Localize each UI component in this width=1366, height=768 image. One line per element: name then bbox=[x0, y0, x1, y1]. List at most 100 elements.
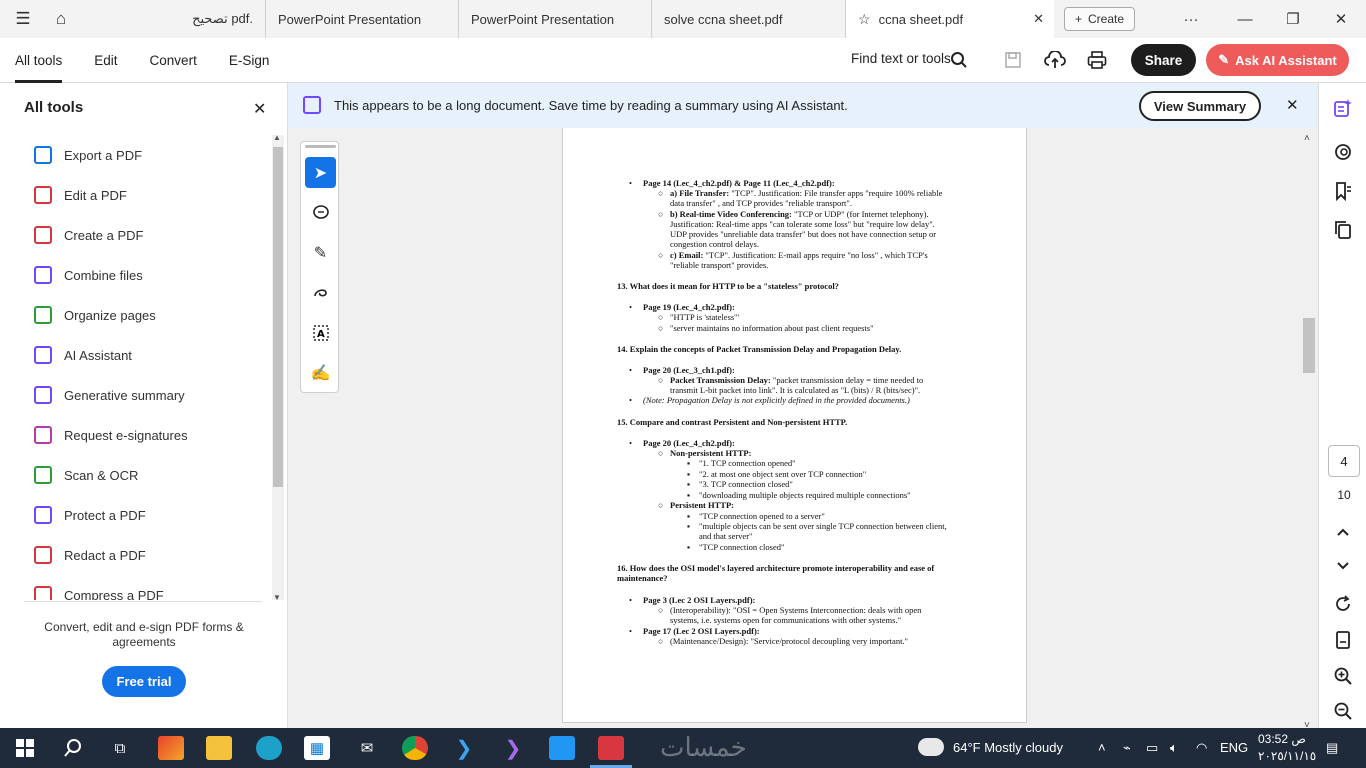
file-explorer-icon[interactable] bbox=[206, 736, 232, 760]
minimize-icon[interactable]: — bbox=[1220, 0, 1270, 38]
clock-date[interactable]: ٢٠٢٥/١١/١٥ bbox=[1258, 749, 1316, 763]
scroll-up-arrow-icon[interactable]: ▲ bbox=[273, 133, 281, 142]
tab-3[interactable]: PowerPoint Presentation bbox=[459, 0, 652, 38]
current-page-field[interactable]: 4 bbox=[1328, 445, 1360, 477]
app-icon-blue[interactable] bbox=[549, 736, 575, 760]
comment-panel-icon[interactable] bbox=[1331, 140, 1355, 164]
scroll-down-arrow-icon[interactable]: ▼ bbox=[273, 593, 281, 602]
comment-icon[interactable] bbox=[305, 197, 336, 228]
home-icon[interactable]: ⌂ bbox=[46, 0, 76, 38]
more-icon[interactable]: ··· bbox=[1166, 0, 1216, 38]
weather-text[interactable]: 64°F Mostly cloudy bbox=[953, 740, 1063, 755]
tool-combine-files[interactable]: Combine files bbox=[34, 263, 143, 287]
show-hidden-icons[interactable]: ˄ bbox=[1098, 740, 1106, 755]
ask-ai-assistant-button[interactable]: ✎ Ask AI Assistant bbox=[1206, 44, 1349, 76]
close-tab-icon[interactable]: ✕ bbox=[1033, 11, 1044, 27]
menu-edit[interactable]: Edit bbox=[94, 38, 117, 83]
tab-4[interactable]: solve ccna sheet.pdf bbox=[652, 0, 846, 38]
battery-icon[interactable]: ▭ bbox=[1146, 740, 1158, 756]
doc-scroll-up-icon[interactable]: ˄ bbox=[1304, 133, 1310, 144]
task-view-icon[interactable]: ⧉ bbox=[107, 736, 133, 760]
tool-ai-assistant[interactable]: AI Assistant bbox=[34, 343, 132, 367]
banner-close-icon[interactable]: ✕ bbox=[1286, 96, 1299, 114]
volume-icon[interactable]: 🔈︎ bbox=[1170, 740, 1178, 756]
zoom-out-icon[interactable] bbox=[1331, 699, 1355, 723]
tool-label: Request e-signatures bbox=[64, 427, 188, 443]
export-pdf-icon bbox=[34, 146, 52, 164]
panel-scrollbar[interactable]: ▲ ▼ bbox=[272, 133, 284, 602]
cloud-upload-icon[interactable] bbox=[1043, 48, 1067, 72]
tool-create-pdf[interactable]: Create a PDF bbox=[34, 223, 143, 247]
view-summary-button[interactable]: View Summary bbox=[1139, 91, 1261, 121]
menu-esign[interactable]: E-Sign bbox=[229, 38, 270, 83]
search-icon[interactable] bbox=[947, 48, 971, 72]
tool-export-pdf[interactable]: Export a PDF bbox=[34, 143, 142, 167]
tool-protect-pdf[interactable]: Protect a PDF bbox=[34, 503, 146, 527]
divider bbox=[24, 601, 262, 602]
hamburger-menu-icon[interactable]: ☰ bbox=[0, 0, 46, 38]
tab-4-label: solve ccna sheet.pdf bbox=[664, 11, 783, 27]
tab-5-active[interactable]: ☆ ccna sheet.pdf ✕ bbox=[846, 0, 1054, 38]
right-tools-bar: 4 10 bbox=[1318, 83, 1366, 728]
zoom-in-icon[interactable] bbox=[1331, 664, 1355, 688]
network-icon[interactable]: ⌁ bbox=[1123, 740, 1131, 756]
chrome-icon[interactable] bbox=[402, 736, 428, 760]
tool-label: Compress a PDF bbox=[64, 587, 164, 601]
tab-2[interactable]: PowerPoint Presentation bbox=[266, 0, 459, 38]
weather-cloud-icon[interactable] bbox=[918, 738, 944, 756]
tool-edit-pdf[interactable]: Edit a PDF bbox=[34, 183, 127, 207]
language-indicator[interactable]: ENG bbox=[1220, 740, 1248, 755]
tool-redact-pdf[interactable]: Redact a PDF bbox=[34, 543, 146, 567]
drag-handle[interactable] bbox=[305, 145, 336, 148]
copy-pages-icon[interactable] bbox=[1331, 218, 1355, 242]
window-close-icon[interactable]: ✕ bbox=[1316, 0, 1366, 38]
doc-line: "TCP connection opened to a server" bbox=[699, 511, 825, 521]
panel-scroll-thumb[interactable] bbox=[273, 147, 283, 487]
edge-browser-icon[interactable] bbox=[256, 736, 282, 760]
store-icon[interactable]: ▦ bbox=[304, 736, 330, 760]
sign-icon[interactable]: ✍ bbox=[305, 357, 336, 388]
document-scrollbar[interactable]: ˄ ˅ bbox=[1302, 133, 1316, 731]
rotate-icon[interactable] bbox=[1331, 592, 1355, 616]
highlight-pen-icon[interactable]: ✎ bbox=[305, 237, 336, 268]
ai-sparkle-icon: ✎ bbox=[1218, 52, 1230, 67]
menu-all-tools[interactable]: All tools bbox=[15, 38, 63, 83]
free-trial-button[interactable]: Free trial bbox=[102, 666, 186, 697]
tab-1-label: تصحيح pdf. bbox=[192, 11, 253, 26]
draw-freehand-icon[interactable] bbox=[305, 277, 336, 308]
previous-page-icon[interactable] bbox=[1331, 520, 1355, 544]
document-scroll-thumb[interactable] bbox=[1303, 318, 1315, 373]
search-icon[interactable] bbox=[60, 736, 86, 760]
save-icon[interactable] bbox=[1001, 48, 1025, 72]
notification-icon[interactable]: ▤ bbox=[1326, 740, 1338, 756]
menu-convert[interactable]: Convert bbox=[150, 38, 197, 83]
share-button[interactable]: Share bbox=[1131, 44, 1196, 76]
next-page-icon[interactable] bbox=[1331, 554, 1355, 578]
clock-time[interactable]: 03:52 ص bbox=[1258, 732, 1306, 746]
visual-studio-icon[interactable]: ❯ bbox=[500, 736, 526, 760]
add-text-icon[interactable]: A bbox=[305, 317, 336, 348]
select-cursor-icon[interactable]: ➤ bbox=[305, 157, 336, 188]
tool-organize-pages[interactable]: Organize pages bbox=[34, 303, 156, 327]
tool-generative-summary[interactable]: Generative summary bbox=[34, 383, 185, 407]
app-icon-swirl[interactable] bbox=[158, 736, 184, 760]
acrobat-icon[interactable] bbox=[598, 736, 624, 760]
tool-scan-ocr[interactable]: Scan & OCR bbox=[34, 463, 138, 487]
tool-compress-pdf[interactable]: Compress a PDF bbox=[34, 583, 164, 600]
create-button[interactable]: + Create bbox=[1064, 7, 1136, 31]
star-icon[interactable]: ☆ bbox=[858, 11, 871, 28]
tab-1[interactable]: تصحيح pdf. bbox=[76, 0, 266, 38]
tool-request-esign[interactable]: Request e-signatures bbox=[34, 423, 188, 447]
generative-summary-icon[interactable] bbox=[1331, 96, 1355, 120]
vscode-icon[interactable]: ❯ bbox=[451, 736, 477, 760]
bookmark-icon[interactable] bbox=[1331, 179, 1355, 203]
print-icon[interactable] bbox=[1085, 48, 1109, 72]
doc-line: "2. at most one object sent over TCP con… bbox=[699, 469, 867, 479]
promo-text: Convert, edit and e-sign PDF forms & agr… bbox=[44, 620, 244, 649]
mail-icon[interactable]: ✉ bbox=[354, 736, 380, 760]
find-text-label[interactable]: Find text or tools bbox=[851, 51, 951, 66]
windows-start-icon[interactable] bbox=[12, 736, 38, 760]
restore-icon[interactable]: ❐ bbox=[1268, 0, 1318, 38]
wifi-icon[interactable]: ◠ bbox=[1196, 740, 1207, 756]
page-thumbnail-icon[interactable] bbox=[1331, 628, 1355, 652]
